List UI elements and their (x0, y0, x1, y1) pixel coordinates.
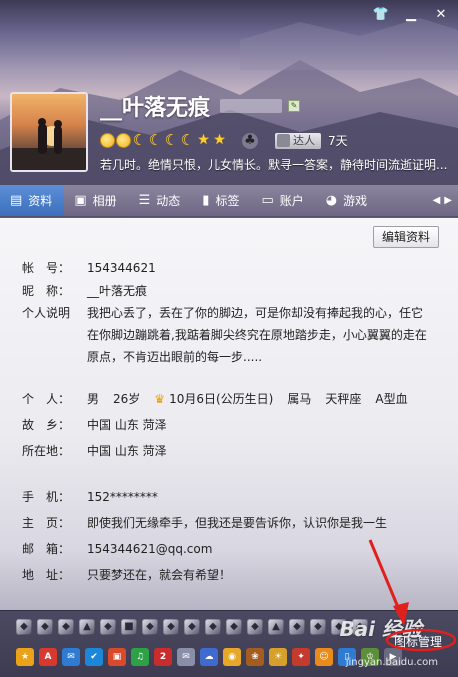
daren-label: 达人 (293, 133, 315, 147)
signature[interactable]: 若几时。绝情只恨，儿女情长。默寻一答案，静待时间流逝证明... (100, 156, 452, 173)
badge-icon[interactable]: ◆ (100, 619, 116, 635)
tab-tags[interactable]: ▮ 标签 (192, 185, 251, 216)
tab-scroll[interactable]: ◀ ▶ (433, 185, 458, 216)
bottom-toolbar: ◆ ◆ ◆ ▲ ◆ ■ ◆ ◆ ◆ ◆ ◆ ◆ ▲ ◆ ◆ ◆ ◆ Bai 经验… (0, 610, 458, 677)
age: 26岁 (113, 392, 141, 406)
badge-row: ◆ ◆ ◆ ▲ ◆ ■ ◆ ◆ ◆ ◆ ◆ ◆ ▲ ◆ ◆ ◆ ◆ (16, 619, 368, 635)
tab-label: 动态 (156, 194, 181, 208)
watermark-url: jingyan.baidu.com (345, 657, 438, 668)
profile-header: 👕 ▁ ✕ __叶落无痕 ✎ ☾ ☾ ☾ ☾ ★ ★ ♣ 达人 7天 若几时。绝… (0, 0, 458, 185)
avatar[interactable] (10, 92, 88, 172)
zodiac: 属马 (287, 392, 312, 406)
badge-icon[interactable]: ◆ (226, 619, 242, 635)
weather-icon[interactable]: ☁ (200, 648, 218, 666)
gift-icon[interactable]: ▣ (108, 648, 126, 666)
face-icon[interactable]: ☺ (315, 648, 333, 666)
field-nickname: 昵 称： __叶落无痕 (22, 284, 148, 298)
field-location: 所在地： 中国 山东 菏泽 (22, 444, 167, 458)
app-row: ★ A ✉ ✔ ▣ ♫ 2 ✉ ☁ ◉ ❀ ☀ ✦ ☺ ▯ ♔ ▶ (16, 648, 402, 666)
field-intro: 个人说明 我把心丢了，丢在了你的脚边，可是你却没有捧起我的心，任它在你脚边蹦跳着… (22, 306, 427, 364)
close-button[interactable]: ✕ (432, 6, 450, 24)
arrow-left-icon[interactable]: ◀ (433, 195, 441, 206)
badge-icon[interactable]: ▲ (268, 619, 284, 635)
profile-icon: ▤ (10, 193, 23, 208)
feed-icon: ☰ (138, 193, 151, 208)
tab-account[interactable]: ▭ 账户 (251, 185, 315, 216)
mall-icon[interactable]: ✦ (292, 648, 310, 666)
wallet-icon: ▭ (261, 193, 274, 208)
constellation: 天秤座 (325, 392, 362, 406)
level-star-icon: ★ (213, 132, 226, 148)
message-icon[interactable]: ✉ (177, 648, 195, 666)
field-email: 邮 箱： 154344621@qq.com (22, 542, 213, 556)
level-star-icon: ★ (197, 132, 210, 148)
tab-photos[interactable]: ▣ 相册 (64, 185, 128, 216)
shield-icon[interactable]: ✔ (85, 648, 103, 666)
field-hometown: 故 乡： 中国 山东 菏泽 (22, 418, 167, 432)
skin-icon[interactable]: 👕 (372, 6, 390, 24)
badge-icon[interactable]: ◆ (310, 619, 326, 635)
badge-icon[interactable]: ◆ (205, 619, 221, 635)
field-account: 帐 号： 154344621 (22, 261, 156, 275)
notice-icon[interactable]: 2 (154, 648, 172, 666)
tab-label: 相册 (92, 194, 117, 208)
game-icon: ◕ (325, 193, 338, 208)
level-moon-icon: ☾ (148, 131, 163, 149)
pet-icon[interactable]: ❀ (246, 648, 264, 666)
field-personal: 个 人： 男 26岁 ♛ 10月6日(公历生日) 属马 天秤座 A型血 (22, 392, 408, 406)
gender: 男 (87, 392, 100, 406)
badge-icon[interactable]: ◆ (58, 619, 74, 635)
crown-icon: ♛ (154, 392, 166, 406)
level-sun-icon (116, 133, 131, 148)
level-moon-icon: ☾ (164, 131, 179, 149)
tab-label: 标签 (215, 194, 240, 208)
penguin-icon[interactable]: ♣ (242, 132, 258, 149)
minimize-button[interactable]: ▁ (402, 6, 420, 24)
field-address: 地 址： 只要梦还在，就会有希望！ (22, 568, 232, 582)
badge-icon[interactable]: ◆ (16, 619, 32, 635)
level-moon-icon: ☾ (180, 131, 195, 149)
mail-icon[interactable]: ✉ (62, 648, 80, 666)
birthday: 10月6日(公历生日) (169, 392, 274, 406)
app-icon[interactable]: A (39, 648, 57, 666)
sun-icon[interactable]: ☀ (269, 648, 287, 666)
vip-icon[interactable]: ✎ (288, 100, 301, 112)
badge-icon[interactable]: ◆ (247, 619, 263, 635)
blurred-text (220, 99, 283, 113)
avatar-image (12, 118, 86, 170)
star-icon[interactable]: ★ (16, 648, 34, 666)
badge-icon[interactable]: ◆ (289, 619, 305, 635)
photo-icon: ▣ (74, 193, 87, 208)
tab-profile[interactable]: ▤ 资料 (0, 185, 65, 216)
icon-manage-button[interactable]: 图标管理 (394, 633, 442, 650)
badge-icon[interactable]: ■ (121, 619, 137, 635)
level-moon-icon: ☾ (132, 131, 147, 149)
edit-profile-button[interactable]: 编辑资料 (372, 226, 439, 248)
level-sun-icon (100, 133, 115, 148)
tab-bar: ▤ 资料 ▣ 相册 ☰ 动态 ▮ 标签 ▭ 账户 ◕ 游戏 ◀ ▶ (0, 185, 458, 217)
tab-games[interactable]: ◕ 游戏 (316, 185, 379, 216)
badge-icon[interactable]: ◆ (142, 619, 158, 635)
music-icon[interactable]: ♫ (131, 648, 149, 666)
tab-label: 账户 (279, 194, 304, 208)
field-mobile: 手 机： 152******** (22, 490, 158, 504)
daren-icon (277, 133, 290, 147)
game-icon[interactable]: ◉ (223, 648, 241, 666)
level-badges[interactable]: ☾ ☾ ☾ ☾ ★ ★ ♣ 达人 7天 (100, 132, 348, 149)
daren-days: 7天 (328, 134, 348, 148)
badge-icon[interactable]: ◆ (163, 619, 179, 635)
field-homepage: 主 页： 即使我们无缘牵手，但我还是要告诉你，认识你是我一生 (22, 516, 388, 530)
badge-icon[interactable]: ◆ (37, 619, 53, 635)
blood-type: A型血 (375, 392, 408, 406)
badge-icon[interactable]: ▲ (79, 619, 95, 635)
tab-label: 资料 (28, 194, 53, 208)
daren-badge[interactable]: 达人 (275, 132, 321, 149)
nickname: __叶落无痕 (100, 96, 211, 121)
tab-label: 游戏 (343, 194, 368, 208)
tab-feed[interactable]: ☰ 动态 (129, 185, 193, 216)
profile-content: 编辑资料 帐 号： 154344621 昵 称： __叶落无痕 个人说明 我把心… (0, 218, 458, 610)
badge-icon[interactable]: ◆ (184, 619, 200, 635)
bookmark-icon: ▮ (202, 193, 210, 208)
arrow-right-icon[interactable]: ▶ (444, 195, 452, 206)
